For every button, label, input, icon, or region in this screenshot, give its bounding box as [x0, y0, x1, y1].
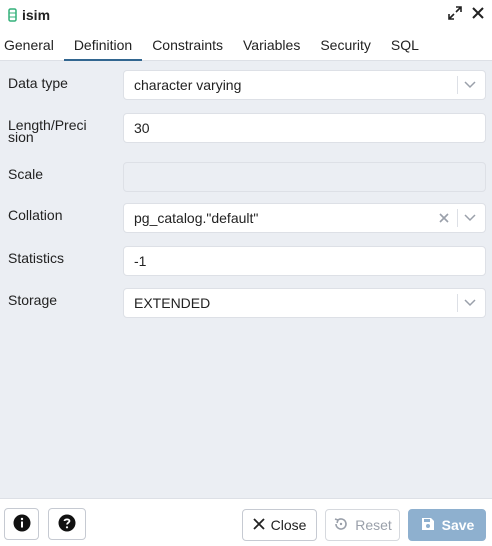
dialog-title: isim — [22, 7, 51, 23]
dialog-titlebar: isim — [0, 0, 492, 30]
separator — [457, 209, 458, 227]
separator — [457, 76, 458, 94]
tab-sql[interactable]: SQL — [381, 30, 429, 61]
tab-security[interactable]: Security — [310, 30, 381, 61]
close-icon[interactable] — [472, 7, 484, 19]
chevron-down-icon[interactable] — [464, 299, 476, 307]
tab-constraints[interactable]: Constraints — [142, 30, 233, 61]
info-icon — [13, 514, 31, 535]
data-type-label: Data type — [8, 75, 68, 91]
scale-label: Scale — [8, 166, 44, 182]
data-type-value: character varying — [134, 77, 242, 93]
tab-definition[interactable]: Definition — [63, 30, 143, 61]
help-button[interactable] — [48, 508, 86, 540]
reset-icon — [333, 516, 349, 535]
reset-button[interactable]: Reset — [325, 509, 400, 541]
storage-select[interactable]: EXTENDED — [123, 288, 486, 318]
title-actions — [448, 6, 484, 20]
separator — [457, 294, 458, 312]
reset-button-label: Reset — [355, 517, 392, 533]
help-icon — [58, 514, 76, 535]
save-icon — [420, 516, 436, 535]
length-input[interactable]: 30 — [123, 113, 486, 143]
length-label: Length/Preci sion — [8, 118, 113, 144]
definition-panel: Data type character varying Length/Preci… — [0, 61, 492, 498]
data-type-controls — [451, 71, 485, 99]
collation-controls — [439, 204, 485, 232]
collation-label: Collation — [8, 207, 63, 223]
collation-select[interactable]: pg_catalog."default" — [123, 203, 486, 233]
tab-general[interactable]: General — [0, 30, 64, 61]
length-value: 30 — [134, 120, 150, 136]
storage-label: Storage — [8, 292, 58, 308]
close-icon — [252, 517, 265, 533]
statistics-label: Statistics — [8, 250, 65, 266]
dialog-tabs: General Definition Constraints Variables… — [0, 30, 492, 61]
statistics-input[interactable]: -1 — [123, 246, 486, 276]
storage-value: EXTENDED — [134, 295, 211, 311]
column-icon — [8, 8, 17, 22]
close-button-label: Close — [270, 517, 307, 533]
statistics-value: -1 — [134, 253, 147, 269]
scale-input — [123, 162, 486, 192]
storage-controls — [451, 289, 485, 317]
collation-value: pg_catalog."default" — [134, 210, 259, 226]
dialog-footer: Close Reset Save — [0, 498, 492, 546]
close-button[interactable]: Close — [242, 509, 317, 541]
save-button-label: Save — [441, 517, 475, 533]
expand-icon[interactable] — [448, 6, 462, 20]
info-button[interactable] — [4, 508, 39, 540]
chevron-down-icon[interactable] — [464, 214, 476, 222]
clear-icon[interactable] — [439, 213, 449, 223]
data-type-select[interactable]: character varying — [123, 70, 486, 100]
chevron-down-icon[interactable] — [464, 81, 476, 89]
save-button[interactable]: Save — [408, 509, 486, 541]
tab-variables[interactable]: Variables — [233, 30, 310, 61]
